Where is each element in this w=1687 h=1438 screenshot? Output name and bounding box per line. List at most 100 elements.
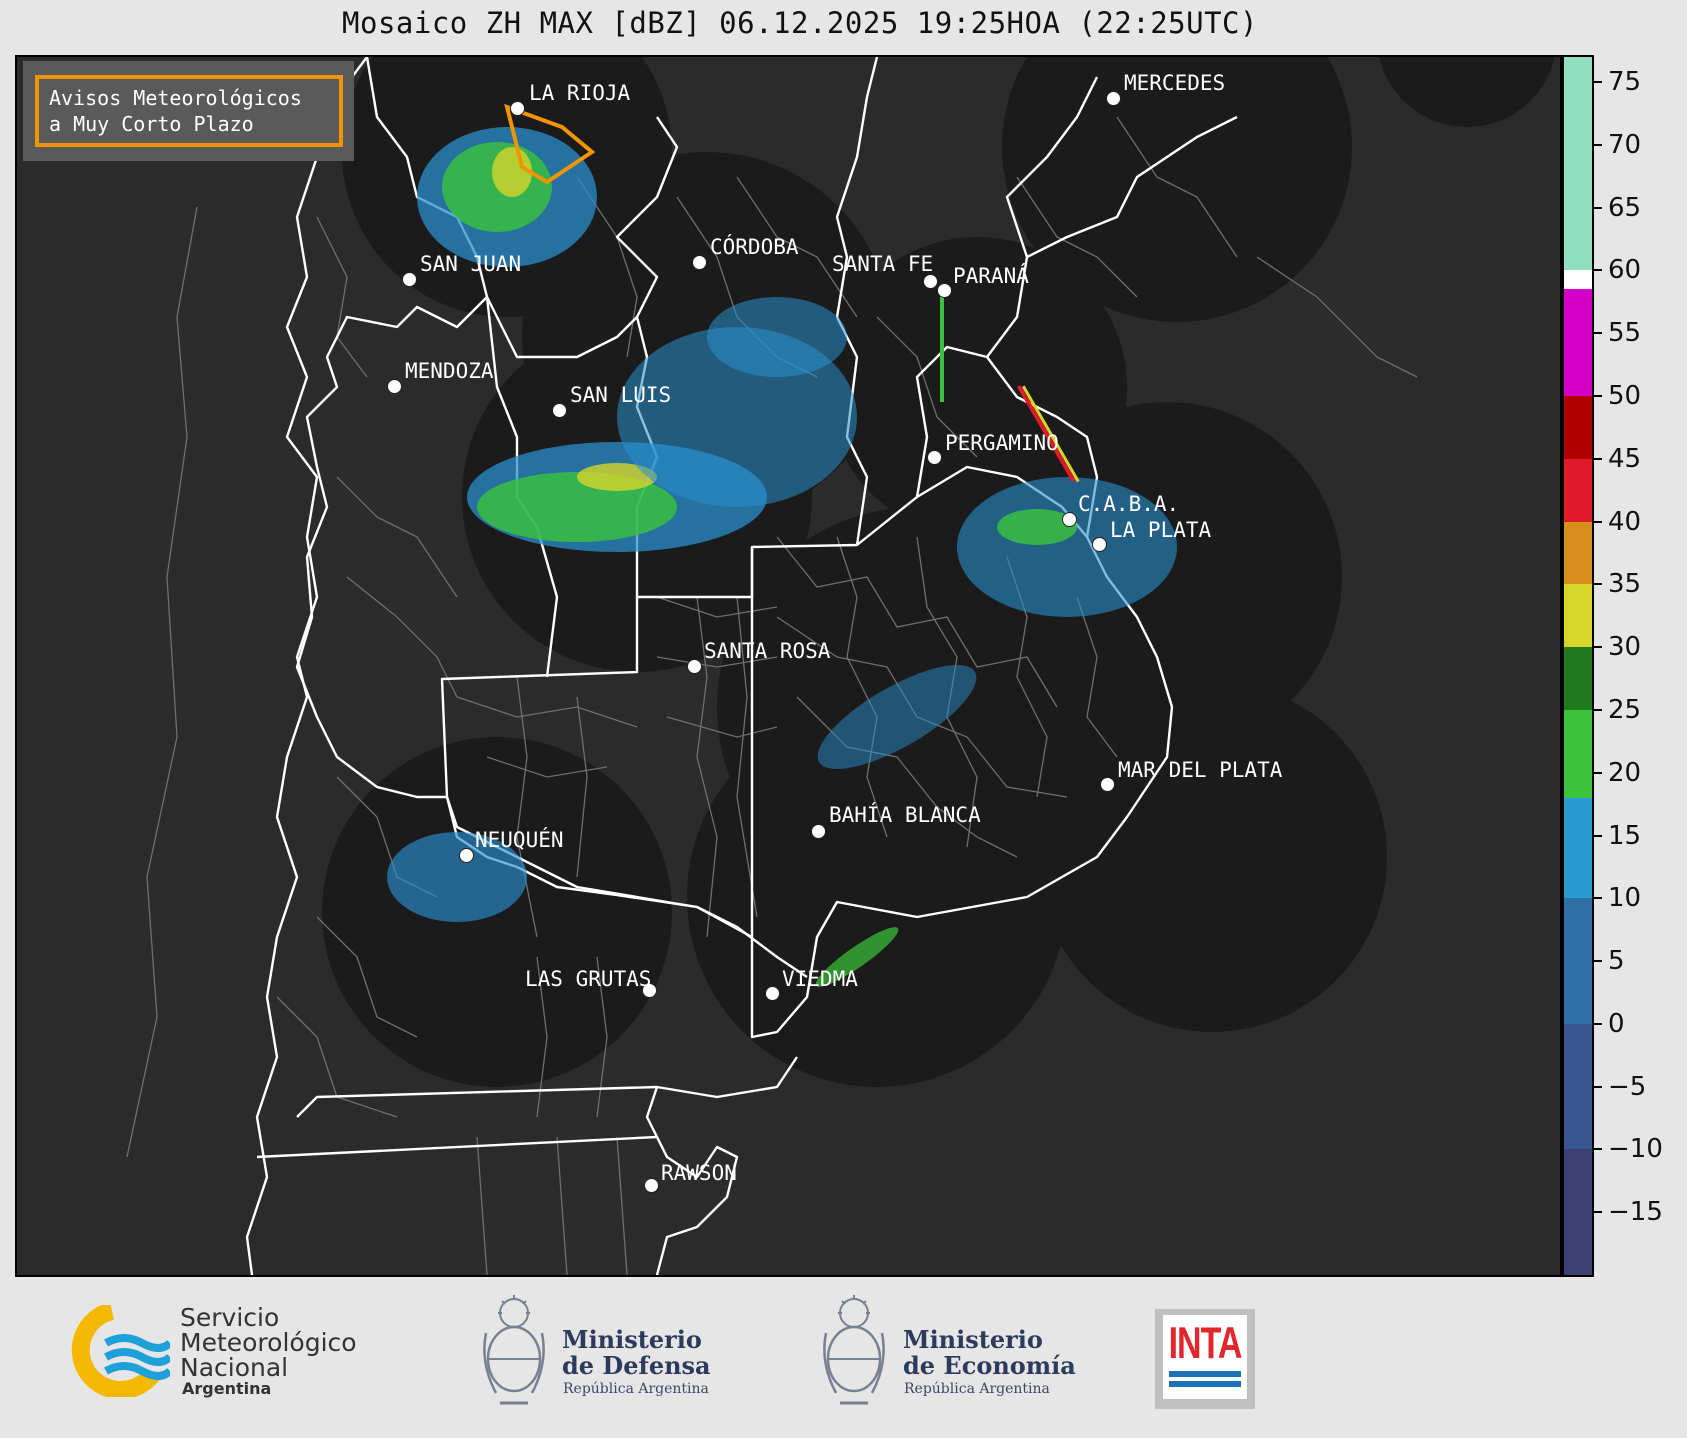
city-label-santa-fe: SANTA FE [832, 252, 934, 276]
radar-disc-bahia-blanca [687, 707, 1067, 1087]
alert-legend-frame: Avisos Meteorológicos a Muy Corto Plazo [35, 75, 343, 147]
smn-line1: Servicio [180, 1303, 280, 1332]
colorbar-tick-label: 50 [1608, 381, 1642, 412]
defensa-line2: de Defensa [562, 1351, 711, 1380]
city-dot-rawson [644, 1178, 659, 1193]
alert-legend: Avisos Meteorológicos a Muy Corto Plazo [23, 61, 354, 161]
economia-line1: Ministerio [903, 1325, 1043, 1354]
city-dot-san-luis [552, 403, 567, 418]
city-label-mercedes: MERCEDES [1124, 71, 1226, 95]
colorbar-tick-label: 25 [1608, 694, 1642, 725]
colorbar-tick-mark [1594, 269, 1602, 272]
radar-disc-corrientes [1379, 57, 1555, 127]
colorbar-segment [1564, 647, 1592, 710]
city-label-viedma: VIEDMA [782, 967, 858, 991]
city-label-caba: C.A.B.A. [1078, 492, 1180, 516]
city-label-las-grutas: LAS GRUTAS [525, 967, 652, 991]
colorbar-segment [1564, 289, 1592, 397]
defensa-line1: Ministerio [562, 1325, 702, 1354]
city-label-santa-rosa: SANTA ROSA [704, 639, 831, 663]
colorbar-tick-label: 20 [1608, 757, 1642, 788]
smn-line2: Meteorológico [180, 1328, 357, 1357]
inta-logo-text: INTA [1168, 1319, 1243, 1369]
smn-logo-icon [71, 1305, 170, 1397]
colorbar-tick-label: 65 [1608, 192, 1642, 223]
city-dot-bahia-blanca [811, 824, 826, 839]
colorbar-tick-mark [1594, 897, 1602, 900]
inta-logo: INTA [1155, 1309, 1255, 1409]
colorbar-tick-mark [1594, 1211, 1602, 1214]
city-label-pergamino: PERGAMINO [945, 431, 1059, 455]
colorbar-tick-mark [1594, 332, 1602, 335]
colorbar-tick-label: −5 [1608, 1071, 1647, 1102]
colorbar-tick-mark [1594, 1022, 1602, 1025]
colorbar-segment [1564, 396, 1592, 459]
colorbar-segment [1564, 898, 1592, 1024]
colorbar-tick-label: 75 [1608, 67, 1642, 98]
colorbar-segment [1564, 521, 1592, 585]
radar-map[interactable]: Avisos Meteorológicos a Muy Corto Plazo … [15, 55, 1562, 1277]
city-label-bahia-blanca: BAHÍA BLANCA [829, 803, 981, 827]
colorbar-segment [1564, 57, 1592, 271]
city-dot-caba [1062, 512, 1077, 527]
city-dot-mar-del-plata [1100, 777, 1115, 792]
city-label-la-plata: LA PLATA [1110, 518, 1212, 542]
border-chubut [256, 1135, 658, 1159]
colorbar [1562, 55, 1594, 1277]
smn-line3: Nacional [180, 1353, 289, 1382]
colorbar-segment [1564, 584, 1592, 648]
smn-line4: Argentina [182, 1379, 272, 1398]
footer-logos: Servicio Meteorológico Nacional Argentin… [0, 1277, 1687, 1438]
colorbar-segment [1564, 1023, 1592, 1150]
border-chile [245, 57, 368, 1275]
colorbar-tick-label: 15 [1608, 820, 1642, 851]
city-dot-viedma [765, 986, 780, 1001]
city-dot-santa-rosa [687, 659, 702, 674]
city-dot-san-juan [402, 272, 417, 287]
map-title: Mosaico ZH MAX [dBZ] 06.12.2025 19:25HOA… [342, 6, 1258, 40]
colorbar-tick-label: 35 [1608, 569, 1642, 600]
colorbar-tick-label: 30 [1608, 632, 1642, 663]
argentina-coat-of-arms-icon [823, 1295, 885, 1405]
city-dot-parana [937, 283, 952, 298]
colorbar-tick-mark [1594, 457, 1602, 460]
city-label-mar-del-plata: MAR DEL PLATA [1118, 758, 1283, 782]
colorbar-segment [1564, 1149, 1592, 1275]
colorbar-tick-label: 10 [1608, 883, 1642, 914]
alert-legend-line1: Avisos Meteorológicos [49, 86, 302, 110]
colorbar-tick-label: 45 [1608, 443, 1642, 474]
colorbar-tick-mark [1594, 646, 1602, 649]
colorbar-tick-mark [1594, 395, 1602, 398]
colorbar-tick-mark [1594, 143, 1602, 146]
colorbar-tick-mark [1594, 708, 1602, 711]
alert-legend-line2: a Muy Corto Plazo [49, 112, 254, 136]
city-label-la-rioja: LA RIOJA [529, 81, 631, 105]
colorbar-tick-label: −10 [1608, 1134, 1663, 1165]
colorbar-tick-mark [1594, 206, 1602, 209]
colorbar-segment [1564, 709, 1592, 798]
colorbar-segment [1564, 797, 1592, 899]
defensa-line3: República Argentina [563, 1381, 709, 1397]
city-dot-mendoza [387, 379, 402, 394]
radar-disc-mar-del-plata [1037, 682, 1387, 1032]
colorbar-tick-mark [1594, 960, 1602, 963]
city-dot-pergamino [927, 450, 942, 465]
city-label-neuquen: NEUQUÉN [475, 828, 564, 852]
city-dot-la-rioja [510, 101, 525, 116]
city-dot-mercedes [1106, 91, 1121, 106]
economia-line3: República Argentina [904, 1381, 1050, 1397]
colorbar-tick-label: 5 [1608, 946, 1625, 977]
argentina-coat-of-arms-icon [483, 1295, 545, 1405]
colorbar-tick-mark [1594, 771, 1602, 774]
colorbar-tick-mark [1594, 583, 1602, 586]
colorbar-tick-label: 40 [1608, 506, 1642, 537]
economia-line2: de Economía [903, 1351, 1076, 1380]
colorbar-tick-label: 70 [1608, 129, 1642, 160]
city-label-san-luis: SAN LUIS [570, 383, 672, 407]
colorbar-tick-label: 60 [1608, 255, 1642, 286]
colorbar-tick-label: 55 [1608, 318, 1642, 349]
colorbar-tick-mark [1594, 81, 1602, 84]
city-dot-la-plata [1092, 537, 1107, 552]
city-dot-neuquen [459, 848, 474, 863]
colorbar-tick-mark [1594, 834, 1602, 837]
